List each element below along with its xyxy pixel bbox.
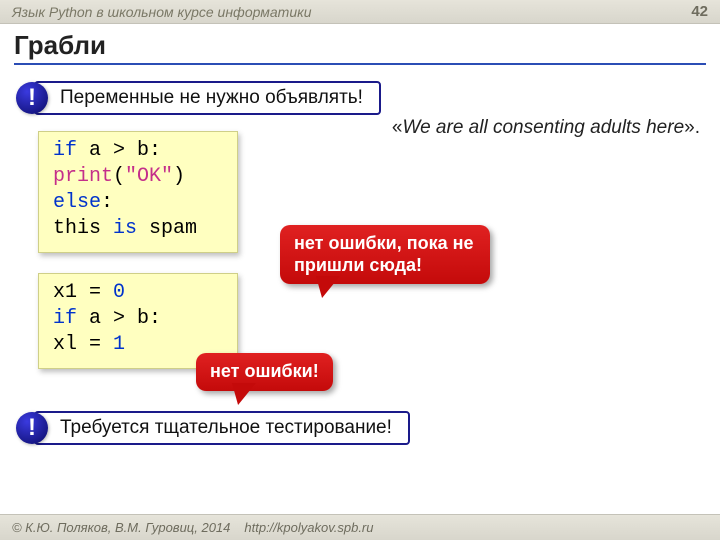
callout-no-declare: ! Переменные не нужно объявлять! xyxy=(16,81,704,115)
title-block: Грабли xyxy=(0,24,720,65)
slide-title: Грабли xyxy=(14,30,706,61)
callout-testing: ! Требуется тщательное тестирование! xyxy=(16,411,704,445)
error-bubble-2-text: нет ошибки! xyxy=(210,361,319,381)
error-bubble-2: нет ошибки! xyxy=(196,353,333,391)
error-bubble-1-text: нет ошибки, пока не пришли сюда! xyxy=(294,233,474,275)
exclamation-icon: ! xyxy=(16,82,48,114)
course-name: Язык Python в школьном курсе информатики xyxy=(12,4,312,20)
callout-text: Требуется тщательное тестирование! xyxy=(34,411,410,445)
bubble-tail-icon xyxy=(312,276,340,298)
callout-text: Переменные не нужно объявлять! xyxy=(34,81,381,115)
quote-open: « xyxy=(392,117,403,138)
quote-close: ». xyxy=(684,117,700,138)
page-number: 42 xyxy=(691,3,708,20)
bubble-tail-icon xyxy=(228,383,256,405)
footer-copyright: © К.Ю. Поляков, В.М. Гуровиц, 2014 xyxy=(12,520,230,535)
error-bubble-1: нет ошибки, пока не пришли сюда! xyxy=(280,225,490,284)
code-block-1: if a > b: print("OK") else: this is spam xyxy=(38,131,238,253)
slide-footer: © К.Ю. Поляков, В.М. Гуровиц, 2014 http:… xyxy=(0,514,720,540)
quote-body: We are all consenting adults here xyxy=(402,117,684,138)
exclamation-icon: ! xyxy=(16,412,48,444)
footer-url: http://kpolyakov.spb.ru xyxy=(244,520,373,535)
slide-header: Язык Python в школьном курсе информатики… xyxy=(0,0,720,24)
consenting-adults-quote: «We are all consenting adults here». xyxy=(392,117,700,139)
slide-content: ! Переменные не нужно объявлять! «We are… xyxy=(0,65,720,445)
